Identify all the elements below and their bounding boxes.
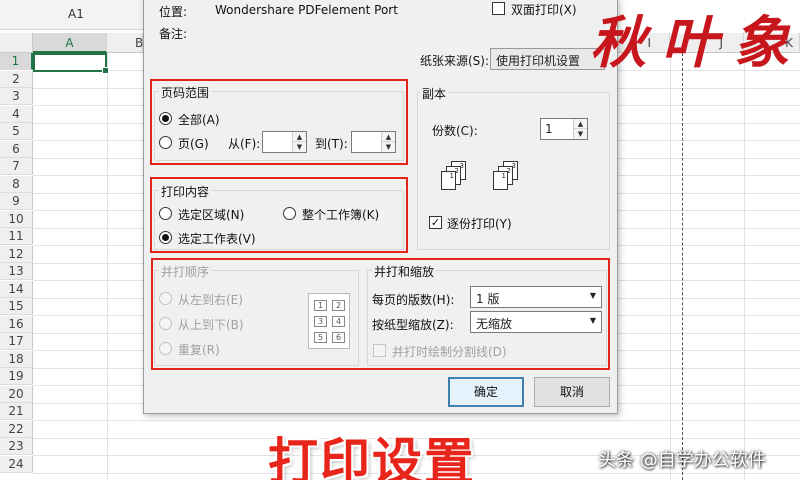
row-header[interactable]: 24 <box>0 455 33 473</box>
paper-source-label: 纸张来源(S): <box>420 54 490 68</box>
row-header[interactable]: 15 <box>0 298 33 315</box>
collate-checkbox[interactable]: ✓ <box>429 216 442 229</box>
column-header-b[interactable]: B <box>107 33 143 53</box>
column-header-a[interactable]: A <box>33 33 107 53</box>
row-header[interactable]: 19 <box>0 368 33 385</box>
copies-spin-buttons: ▲ ▼ <box>573 119 587 139</box>
paper-source-value: 使用打印机设置 <box>496 54 581 68</box>
row-header[interactable]: 14 <box>0 280 33 298</box>
highlight-order-and-scaling <box>151 258 610 370</box>
ok-button[interactable]: 确定 <box>448 377 524 407</box>
print-dialog: 位置: Wondershare PDFelement Port 双面打印(X) … <box>143 0 618 414</box>
name-box[interactable]: A1 <box>0 0 150 30</box>
source-watermark: 头条 @自学办公软件 <box>598 450 766 471</box>
banner-title: 打印设置 <box>268 433 476 480</box>
active-cell-a1[interactable] <box>33 53 109 74</box>
row-header[interactable]: 8 <box>0 175 33 193</box>
row-header[interactable]: 16 <box>0 315 33 333</box>
row-header[interactable]: 9 <box>0 193 33 210</box>
name-box-value: A1 <box>68 7 84 21</box>
paper-source-select[interactable]: 使用打印机设置 <box>490 48 605 70</box>
row-header[interactable]: 1 <box>0 53 33 70</box>
page-break-line <box>682 53 683 480</box>
cancel-button[interactable]: 取消 <box>534 377 610 407</box>
row-header[interactable]: 4 <box>0 105 33 123</box>
row-header[interactable]: 2 <box>0 70 33 88</box>
row-header[interactable]: 7 <box>0 158 33 175</box>
row-header[interactable]: 13 <box>0 263 33 280</box>
collate-pages-icon: 3 2 1 <box>493 161 519 191</box>
spin-up-icon[interactable]: ▲ <box>574 119 587 129</box>
spin-down-icon[interactable]: ▼ <box>574 129 587 139</box>
column-divider <box>670 53 671 480</box>
page-number: 1 <box>441 171 456 190</box>
row-header[interactable]: 21 <box>0 403 33 420</box>
column-divider <box>107 53 108 480</box>
copies-count-label: 份数(C): <box>432 124 478 138</box>
row-header[interactable]: 18 <box>0 350 33 368</box>
copies-count-stepper[interactable]: 1 ▲ ▼ <box>540 118 588 140</box>
copies-title: 副本 <box>420 85 449 102</box>
duplex-checkbox[interactable] <box>492 2 505 15</box>
duplex-label: 双面打印(X) <box>511 3 577 17</box>
row-header[interactable]: 23 <box>0 438 33 455</box>
highlight-page-range <box>150 79 408 165</box>
row-header[interactable]: 10 <box>0 210 33 228</box>
row-header[interactable]: 5 <box>0 123 33 140</box>
row-header[interactable]: 22 <box>0 420 33 438</box>
page-number: 1 <box>493 171 508 190</box>
checkmark-icon: ✓ <box>430 216 441 229</box>
row-header[interactable]: 6 <box>0 140 33 158</box>
row-header[interactable]: 11 <box>0 228 33 245</box>
highlight-print-what <box>150 177 408 253</box>
row-header[interactable]: 12 <box>0 245 33 263</box>
printer-location-label: 位置: <box>159 5 188 19</box>
collate-pages-icon: 3 2 1 <box>441 161 467 191</box>
row-header[interactable]: 20 <box>0 385 33 403</box>
calligraphy-logo: 秋 叶 象 <box>590 10 789 76</box>
comment-label: 备注: <box>159 27 188 41</box>
printer-location-value: Wondershare PDFelement Port <box>215 3 398 17</box>
row-gridline <box>33 420 800 421</box>
row-header[interactable]: 3 <box>0 88 33 105</box>
copies-count-value: 1 <box>545 122 553 136</box>
row-header[interactable]: 17 <box>0 333 33 350</box>
column-divider <box>744 53 745 480</box>
select-all-corner[interactable] <box>0 33 33 53</box>
collate-label: 逐份打印(Y) <box>447 217 512 231</box>
